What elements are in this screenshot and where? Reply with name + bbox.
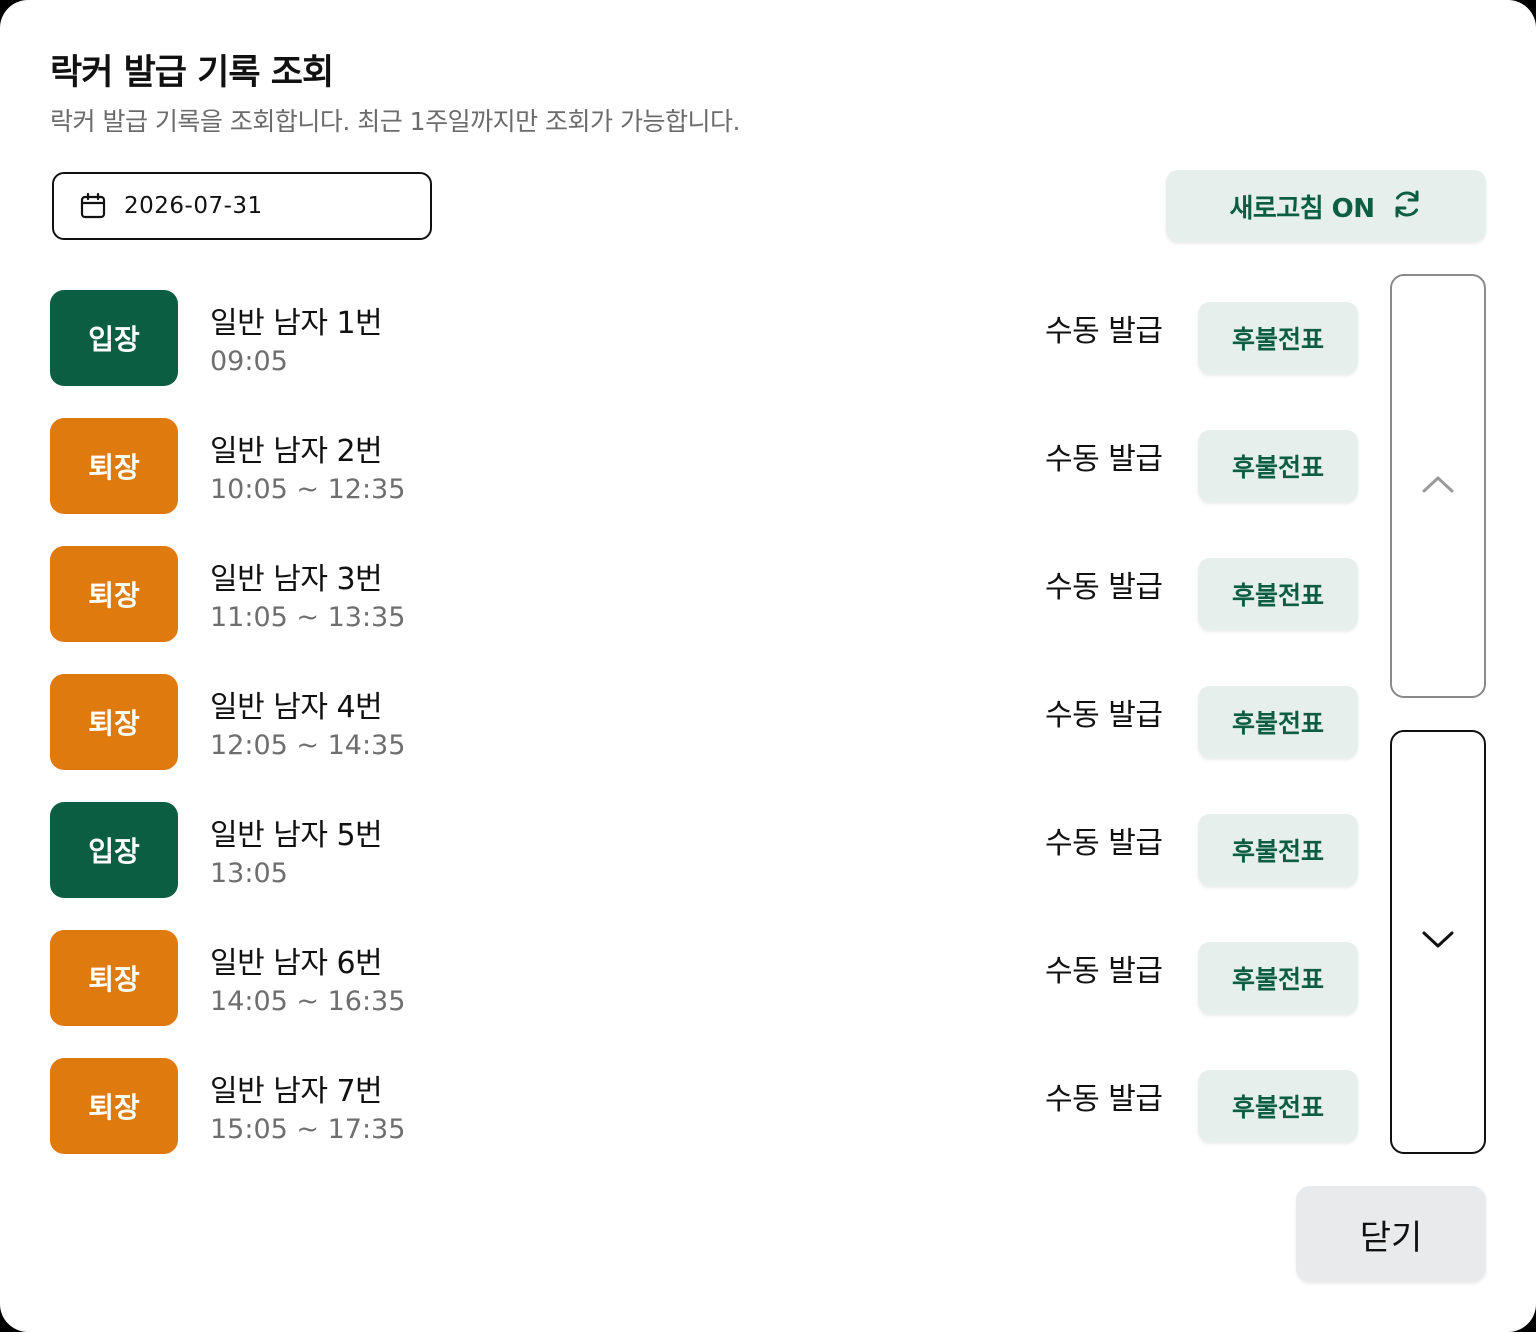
status-badge: 입장 [50,290,178,386]
deferred-ticket-button[interactable]: 후불전표 [1198,942,1358,1014]
locker-time: 13:05 [210,858,288,889]
locker-time: 14:05 ~ 16:35 [210,986,406,1017]
issue-type: 수동 발급 [1045,314,1163,349]
list-item: 퇴장 일반 남자 7번 15:05 ~ 17:35 수동 발급 후불전표 [50,1058,1360,1154]
locker-history-dialog: 락커 발급 기록 조회 락커 발급 기록을 조회합니다. 최근 1주일까지만 조… [0,0,1536,1332]
list-item: 입장 일반 남자 1번 09:05 수동 발급 후불전표 [50,290,1360,386]
locker-time: 10:05 ~ 12:35 [210,474,406,505]
deferred-ticket-button[interactable]: 후불전표 [1198,302,1358,374]
scroll-up-button[interactable] [1390,274,1486,698]
deferred-ticket-button[interactable]: 후불전표 [1198,558,1358,630]
list-item: 입장 일반 남자 5번 13:05 수동 발급 후불전표 [50,802,1360,898]
close-button[interactable]: 닫기 [1296,1186,1486,1282]
chevron-down-icon [1421,930,1455,954]
status-badge: 퇴장 [50,546,178,642]
deferred-ticket-button[interactable]: 후불전표 [1198,1070,1358,1142]
list-item: 퇴장 일반 남자 4번 12:05 ~ 14:35 수동 발급 후불전표 [50,674,1360,770]
locker-name: 일반 남자 4번 [210,690,383,725]
chevron-up-icon [1421,474,1455,498]
list-item: 퇴장 일반 남자 2번 10:05 ~ 12:35 수동 발급 후불전표 [50,418,1360,514]
list-item: 퇴장 일반 남자 6번 14:05 ~ 16:35 수동 발급 후불전표 [50,930,1360,1026]
scroll-down-button[interactable] [1390,730,1486,1154]
refresh-icon [1391,188,1423,224]
locker-name: 일반 남자 2번 [210,434,383,469]
status-badge: 퇴장 [50,930,178,1026]
deferred-ticket-button[interactable]: 후불전표 [1198,686,1358,758]
locker-name: 일반 남자 1번 [210,306,383,341]
dialog-subtitle: 락커 발급 기록을 조회합니다. 최근 1주일까지만 조회가 가능합니다. [50,107,740,136]
status-badge: 입장 [50,802,178,898]
status-badge: 퇴장 [50,1058,178,1154]
date-picker-field[interactable]: 2026-07-31 [52,172,432,240]
issue-type: 수동 발급 [1045,442,1163,477]
locker-time: 09:05 [210,346,288,377]
locker-time: 11:05 ~ 13:35 [210,602,406,633]
dialog-title: 락커 발급 기록 조회 [50,53,334,93]
locker-name: 일반 남자 3번 [210,562,383,597]
locker-time: 12:05 ~ 14:35 [210,730,406,761]
locker-name: 일반 남자 7번 [210,1074,383,1109]
calendar-icon [78,191,108,221]
list-item: 퇴장 일반 남자 3번 11:05 ~ 13:35 수동 발급 후불전표 [50,546,1360,642]
refresh-label: 새로고침 ON [1229,193,1375,224]
issue-type: 수동 발급 [1045,954,1163,989]
locker-time: 15:05 ~ 17:35 [210,1114,406,1145]
deferred-ticket-button[interactable]: 후불전표 [1198,430,1358,502]
deferred-ticket-button[interactable]: 후불전표 [1198,814,1358,886]
refresh-toggle-button[interactable]: 새로고침 ON [1166,170,1486,242]
issue-type: 수동 발급 [1045,826,1163,861]
issue-type: 수동 발급 [1045,698,1163,733]
record-list: 입장 일반 남자 1번 09:05 수동 발급 후불전표 퇴장 일반 남자 2번 10:05 … [50,290,1360,1186]
date-value: 2026-07-31 [124,193,263,219]
locker-name: 일반 남자 6번 [210,946,383,981]
status-badge: 퇴장 [50,418,178,514]
locker-name: 일반 남자 5번 [210,818,383,853]
status-badge: 퇴장 [50,674,178,770]
issue-type: 수동 발급 [1045,1082,1163,1117]
issue-type: 수동 발급 [1045,570,1163,605]
